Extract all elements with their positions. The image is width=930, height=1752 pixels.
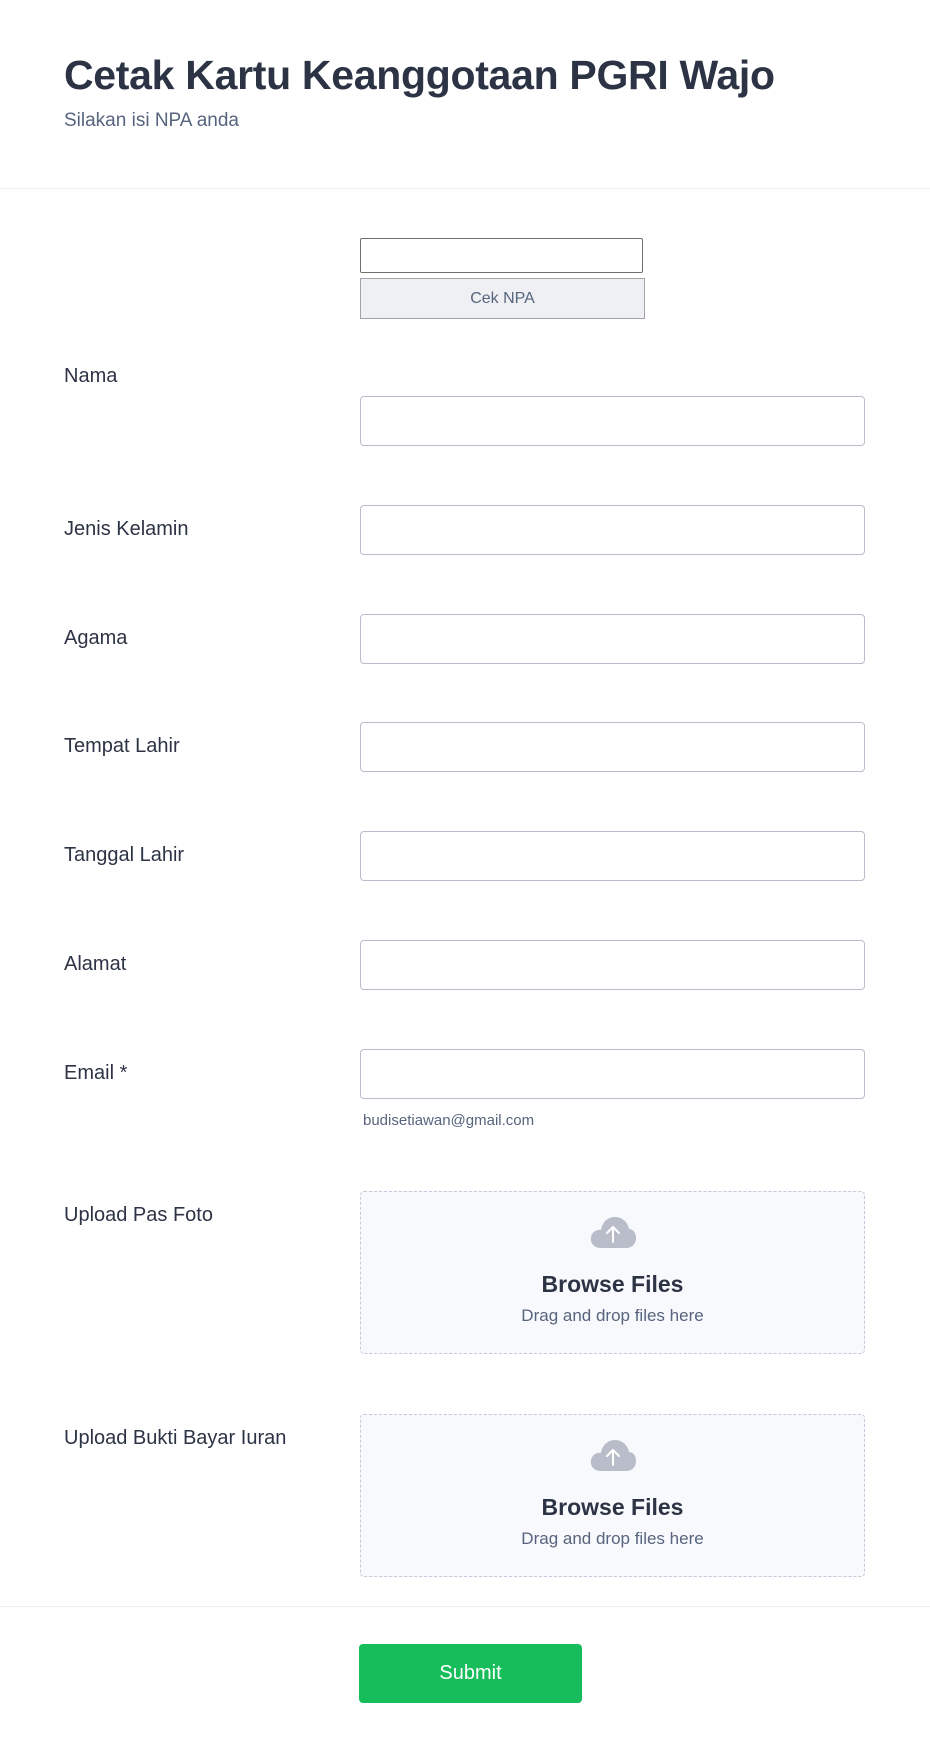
form-header: Cetak Kartu Keanggotaan PGRI Wajo Silaka… xyxy=(0,0,930,189)
footer-divider xyxy=(0,1606,930,1607)
alamat-label: Alamat xyxy=(64,953,127,975)
drag-drop-hint: Drag and drop files here xyxy=(521,1529,704,1548)
tanggal-lahir-label: Tanggal Lahir xyxy=(64,844,185,866)
npa-input[interactable] xyxy=(360,238,643,273)
upload-pas-foto-label: Upload Pas Foto xyxy=(64,1204,213,1226)
jenis-kelamin-label: Jenis Kelamin xyxy=(64,518,189,540)
jenis-kelamin-input[interactable] xyxy=(360,505,865,555)
browse-files-button[interactable]: Browse Files xyxy=(361,1494,864,1521)
tempat-lahir-input[interactable] xyxy=(360,722,865,772)
page-subtitle: Silakan isi NPA anda xyxy=(64,110,239,131)
agama-label: Agama xyxy=(64,627,128,649)
page-title: Cetak Kartu Keanggotaan PGRI Wajo xyxy=(64,52,775,98)
upload-bukti-bayar-label: Upload Bukti Bayar Iuran xyxy=(64,1427,287,1449)
drag-drop-hint: Drag and drop files here xyxy=(521,1306,704,1325)
upload-bukti-bayar-dropzone[interactable]: Browse Files Drag and drop files here xyxy=(360,1414,865,1577)
email-label: Email * xyxy=(64,1062,128,1084)
alamat-input[interactable] xyxy=(360,940,865,990)
cek-npa-button[interactable]: Cek NPA xyxy=(360,278,645,319)
cloud-upload-icon xyxy=(590,1440,636,1471)
submit-button[interactable]: Submit xyxy=(359,1644,582,1703)
tanggal-lahir-input[interactable] xyxy=(360,831,865,881)
form-page: Cetak Kartu Keanggotaan PGRI Wajo Silaka… xyxy=(0,0,930,1752)
browse-files-button[interactable]: Browse Files xyxy=(361,1271,864,1298)
agama-input[interactable] xyxy=(360,614,865,664)
email-hint: budisetiawan@gmail.com xyxy=(363,1112,535,1129)
tempat-lahir-label: Tempat Lahir xyxy=(64,735,180,757)
upload-pas-foto-dropzone[interactable]: Browse Files Drag and drop files here xyxy=(360,1191,865,1354)
nama-label: Nama xyxy=(64,365,118,387)
email-input[interactable] xyxy=(360,1049,865,1099)
cloud-upload-icon xyxy=(590,1217,636,1248)
nama-input[interactable] xyxy=(360,396,865,446)
